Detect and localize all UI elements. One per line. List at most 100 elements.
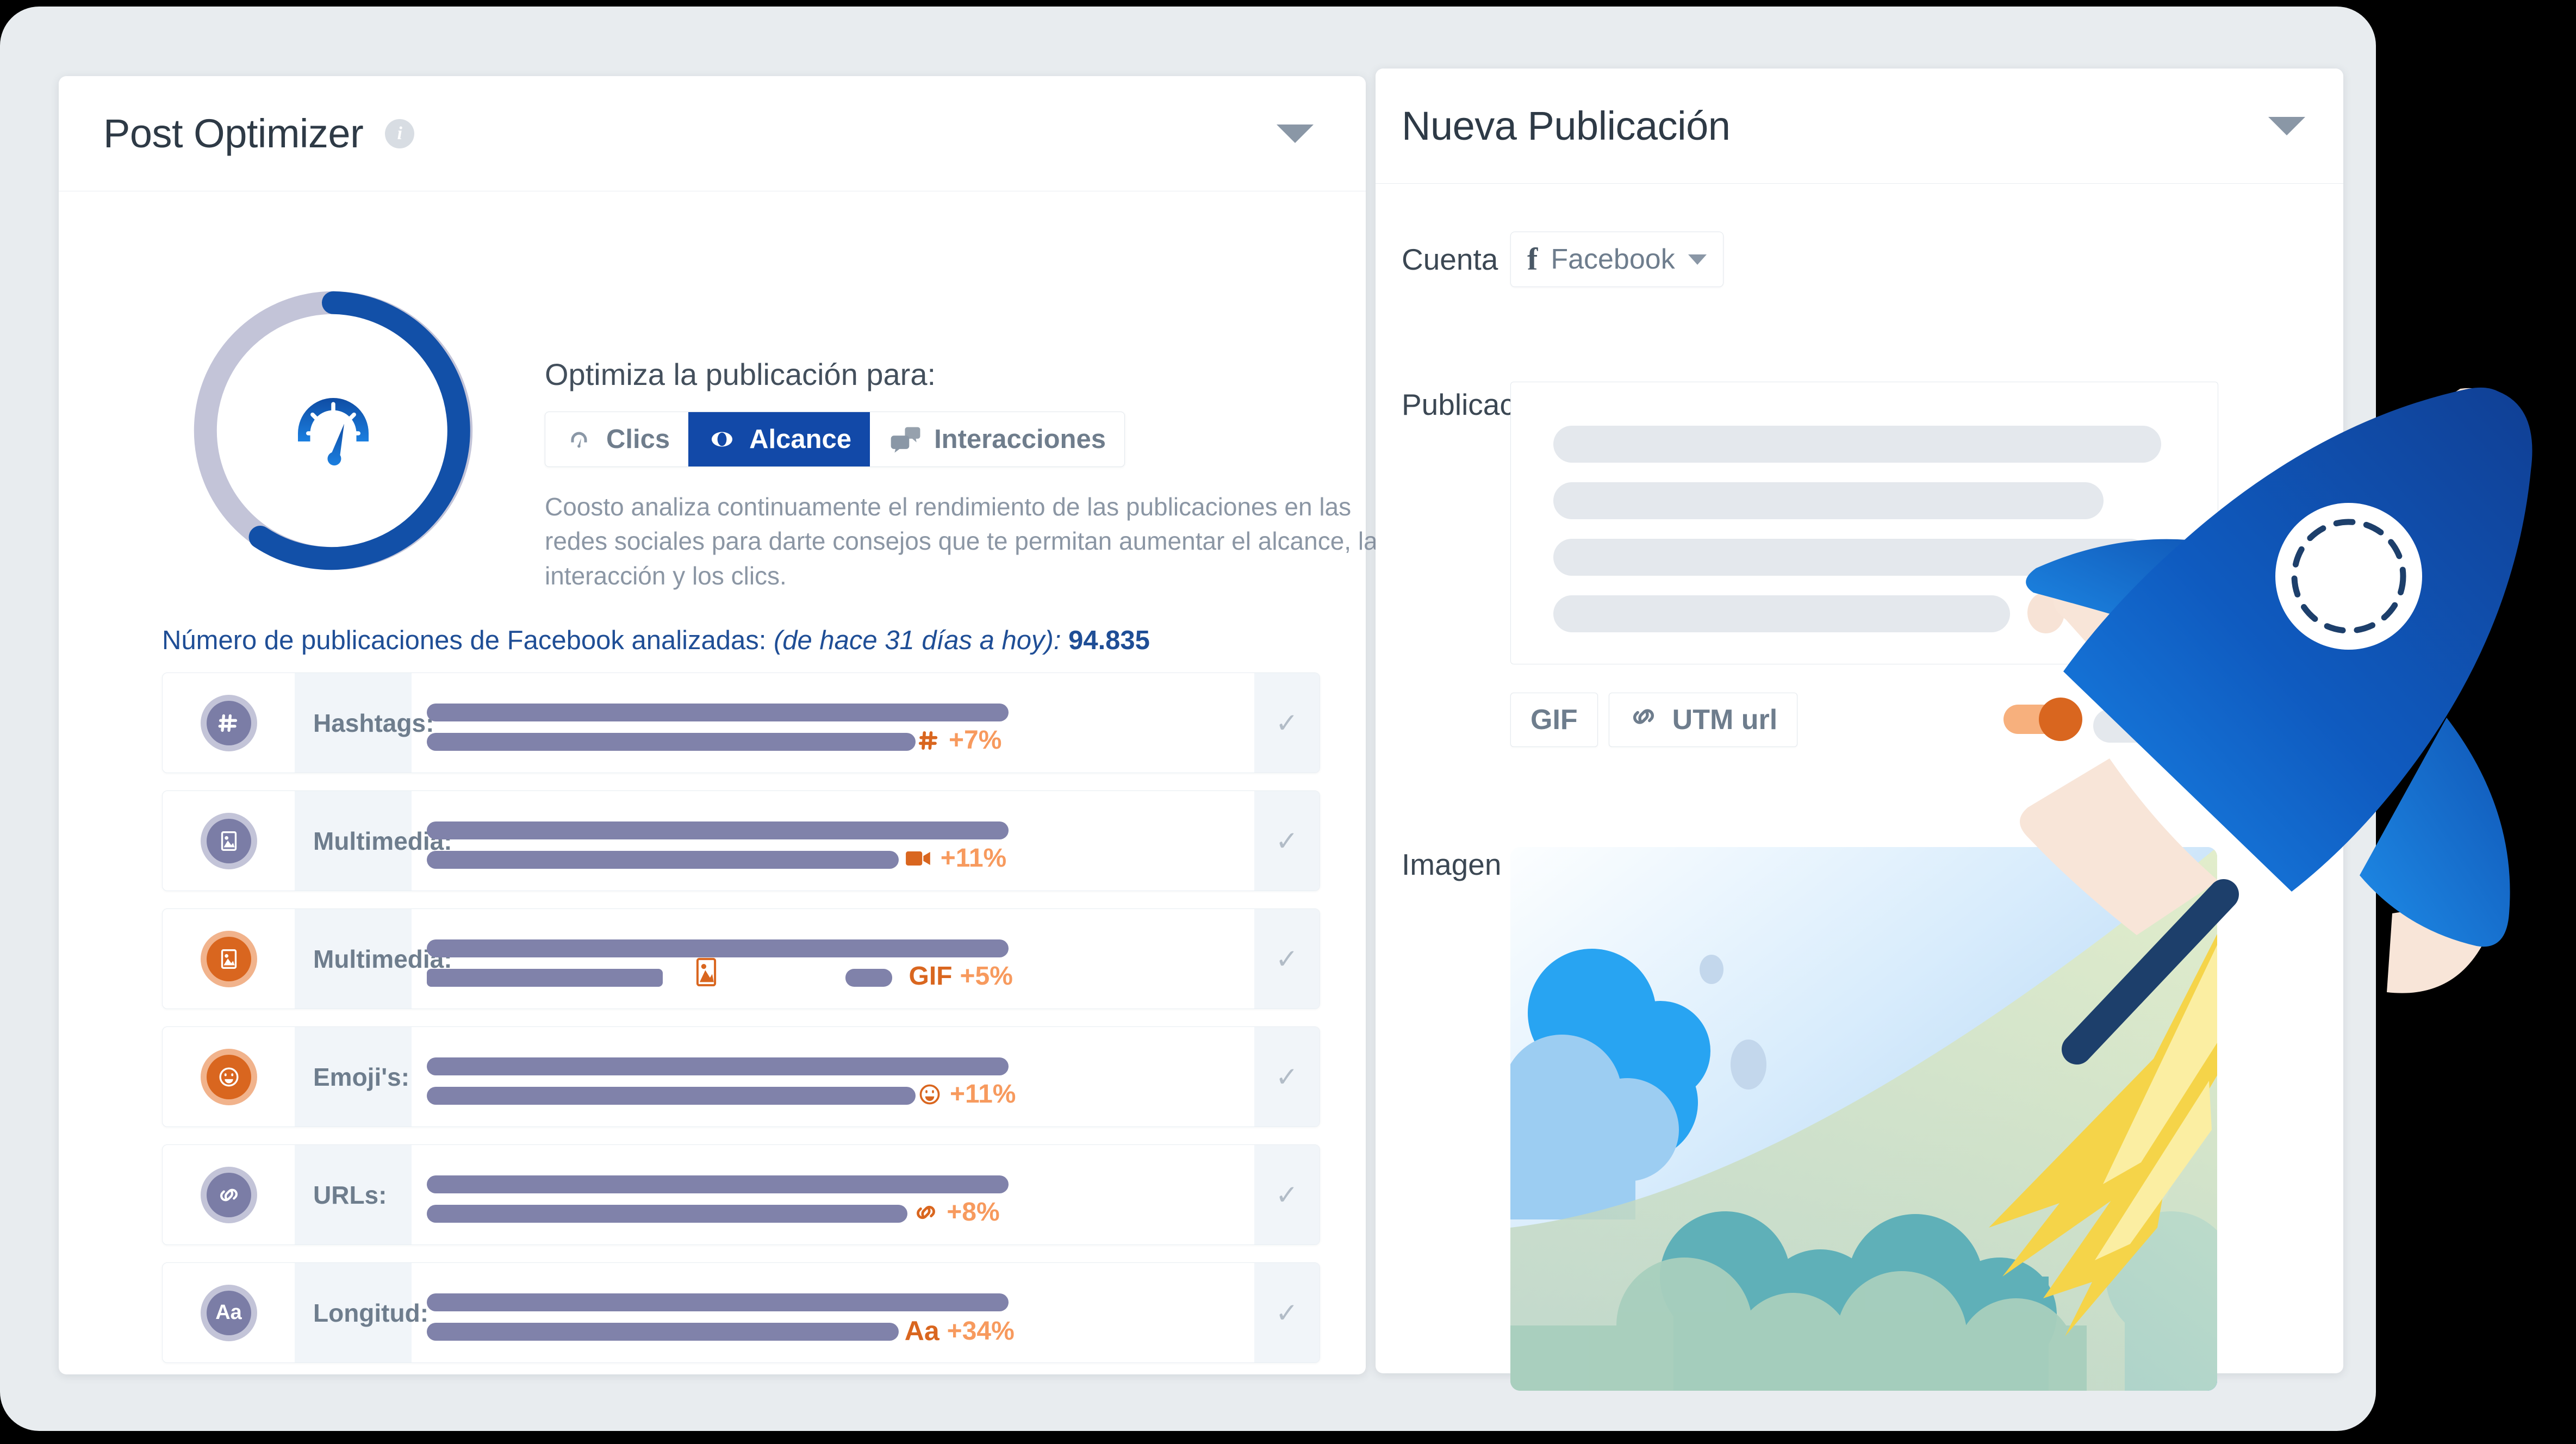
table-row[interactable]: Emoji's: +11% ✓: [162, 1026, 1320, 1127]
row-metric: Aa +34%: [905, 1315, 1015, 1347]
table-row[interactable]: Multimedia: GIF +5% ✓: [162, 908, 1320, 1009]
row-pct: +5%: [960, 962, 1013, 991]
row-accept-button[interactable]: ✓: [1254, 673, 1320, 773]
row-label: Multimedia:: [295, 791, 452, 891]
check-icon: ✓: [1275, 1179, 1298, 1210]
row-pct: +7%: [949, 726, 1002, 755]
new-post-card: Nueva Publicación Cuenta f Facebook Publ…: [1376, 69, 2376, 1391]
comments-icon: [888, 424, 922, 455]
tab-interacciones[interactable]: Interacciones: [870, 412, 1124, 466]
row-metric: +8%: [913, 1197, 1000, 1227]
publish-toggle[interactable]: [2003, 698, 2082, 741]
row-bars: GIF +5%: [412, 909, 1254, 1009]
row-icon-cell: Aa: [163, 1263, 295, 1362]
metric-rows: Hashtags: +7% ✓ Multimedia: +11% ✓ Multi…: [162, 673, 1320, 1380]
table-row[interactable]: URLs: +8% ✓: [162, 1144, 1320, 1245]
gif-button-label: GIF: [1530, 704, 1578, 736]
link-icon: [1629, 702, 1658, 738]
analysis-count: 94.835: [1068, 626, 1150, 655]
link-icon: [913, 1199, 939, 1225]
table-row[interactable]: Multimedia: +11% ✓: [162, 791, 1320, 891]
post-field: Publicación: [1402, 382, 2218, 664]
toggle-knob: [2039, 698, 2082, 741]
row-accept-button[interactable]: ✓: [1254, 909, 1320, 1009]
image-icon: [200, 812, 257, 869]
clouds-sky-illustration: [1510, 847, 2217, 1391]
optimize-block: Optimiza la publicación para: Clics Alca…: [545, 357, 1398, 593]
post-optimizer-header: Post Optimizer i: [59, 76, 1366, 191]
text-size-icon: Aa: [904, 1316, 939, 1346]
row-pct: +11%: [940, 844, 1007, 873]
tab-label: Interacciones: [934, 425, 1106, 454]
tab-alcance[interactable]: Alcance: [688, 412, 870, 466]
gif-label: GIF: [909, 962, 953, 991]
check-icon: ✓: [1275, 825, 1298, 856]
row-bars: +11%: [412, 1027, 1254, 1126]
tab-label: Clics: [606, 425, 670, 454]
row-accept-button[interactable]: ✓: [1254, 1145, 1320, 1244]
hashtag-icon: [917, 729, 941, 752]
image-label: Imagen: [1402, 848, 1502, 881]
bar-bottom: [427, 1205, 907, 1223]
gif-button[interactable]: GIF: [1510, 693, 1598, 747]
utm-url-label: UTM url: [1672, 704, 1778, 736]
bar-top: [427, 1057, 1009, 1075]
image-icon: [694, 956, 719, 991]
check-icon: ✓: [1275, 1061, 1298, 1092]
bar-bottom: [427, 851, 899, 869]
row-metric: GIF +5%: [909, 961, 1013, 991]
row-icon-cell: [163, 791, 295, 891]
text-size-icon: Aa: [200, 1284, 257, 1341]
table-row[interactable]: Hashtags: +7% ✓: [162, 673, 1320, 773]
row-accept-button[interactable]: ✓: [1254, 1027, 1320, 1126]
row-accept-button[interactable]: ✓: [1254, 1263, 1320, 1362]
row-pct: +8%: [947, 1198, 1000, 1227]
optimize-title: Optimiza la publicación para:: [545, 357, 936, 391]
speedometer-icon: [564, 424, 594, 455]
screenshot-stage: Post Optimizer i Optimiza la publicación…: [0, 0, 2576, 1444]
row-label: Hashtags:: [295, 673, 434, 773]
utm-url-button[interactable]: UTM url: [1608, 693, 1798, 747]
bar-top: [427, 704, 1009, 721]
bar-top: [427, 821, 1009, 839]
analysis-prefix: Número de publicaciones de Facebook anal…: [162, 626, 767, 655]
smile-icon: [200, 1048, 257, 1105]
smile-icon[interactable]: [2157, 609, 2199, 652]
placeholder-line: [1553, 482, 2104, 519]
bar-top: [427, 1175, 1009, 1193]
chevron-down-icon[interactable]: [2268, 116, 2305, 135]
image-preview[interactable]: [1510, 847, 2217, 1391]
table-row[interactable]: Aa Longitud: Aa +34% ✓: [162, 1262, 1320, 1363]
check-icon: ✓: [1275, 707, 1298, 738]
account-field: Cuenta f Facebook: [1402, 232, 1723, 287]
placeholder-line: [2093, 709, 2376, 743]
optimize-goal-tabs: Clics Alcance Interacciones: [545, 412, 1125, 467]
image-icon: [200, 930, 257, 987]
row-icon-cell: [163, 673, 295, 773]
composer-toolbar: GIF UTM url: [1510, 693, 1798, 747]
row-label: Longitud:: [295, 1263, 428, 1362]
row-label: Multimedia:: [295, 909, 452, 1009]
post-composer[interactable]: [1510, 382, 2218, 664]
link-icon: [200, 1166, 257, 1223]
optimizer-gauge: [181, 278, 486, 583]
row-bars: +8%: [412, 1145, 1254, 1244]
check-icon: ✓: [1275, 943, 1298, 974]
page-title: Post Optimizer: [103, 111, 364, 156]
row-label: Emoji's:: [295, 1027, 412, 1126]
row-pct: +11%: [950, 1080, 1016, 1109]
info-icon[interactable]: i: [385, 119, 415, 148]
hashtag-icon: [200, 694, 257, 751]
analysis-range: (de hace 31 días a hoy):: [773, 626, 1061, 655]
row-accept-button[interactable]: ✓: [1254, 791, 1320, 891]
tab-clics[interactable]: Clics: [545, 412, 688, 466]
row-icon-cell: [163, 1145, 295, 1244]
smile-icon: [917, 1082, 942, 1107]
account-select[interactable]: f Facebook: [1510, 232, 1723, 287]
chevron-down-icon[interactable]: [1277, 124, 1314, 143]
bar-top: [427, 939, 1009, 957]
facebook-f-icon: f: [1527, 241, 1538, 277]
image-field: Imagen: [1402, 847, 2217, 1391]
video-icon: [905, 848, 933, 869]
bar-bottom: [427, 1323, 899, 1341]
